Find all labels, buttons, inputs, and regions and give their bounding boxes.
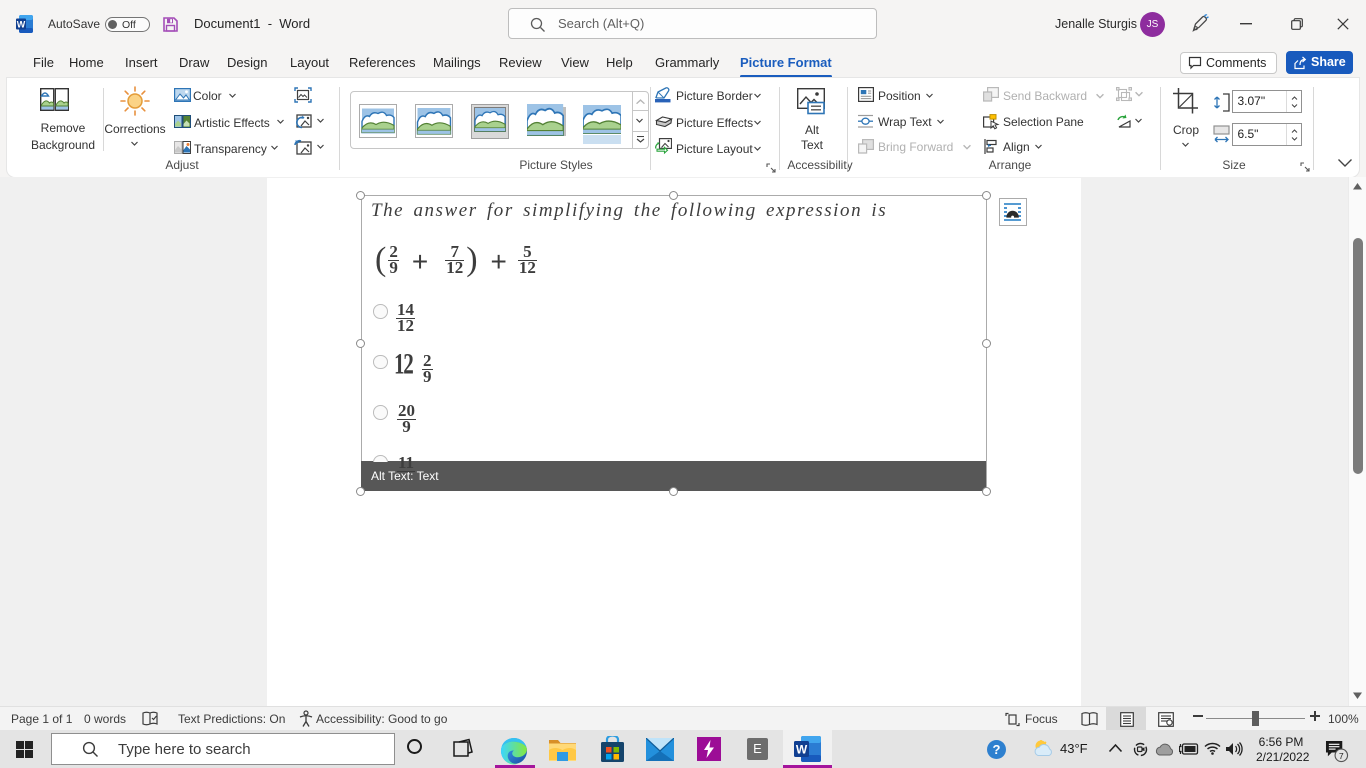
svg-text:7: 7	[1339, 751, 1344, 761]
svg-text:W: W	[17, 20, 26, 30]
svg-text:W: W	[796, 743, 808, 757]
